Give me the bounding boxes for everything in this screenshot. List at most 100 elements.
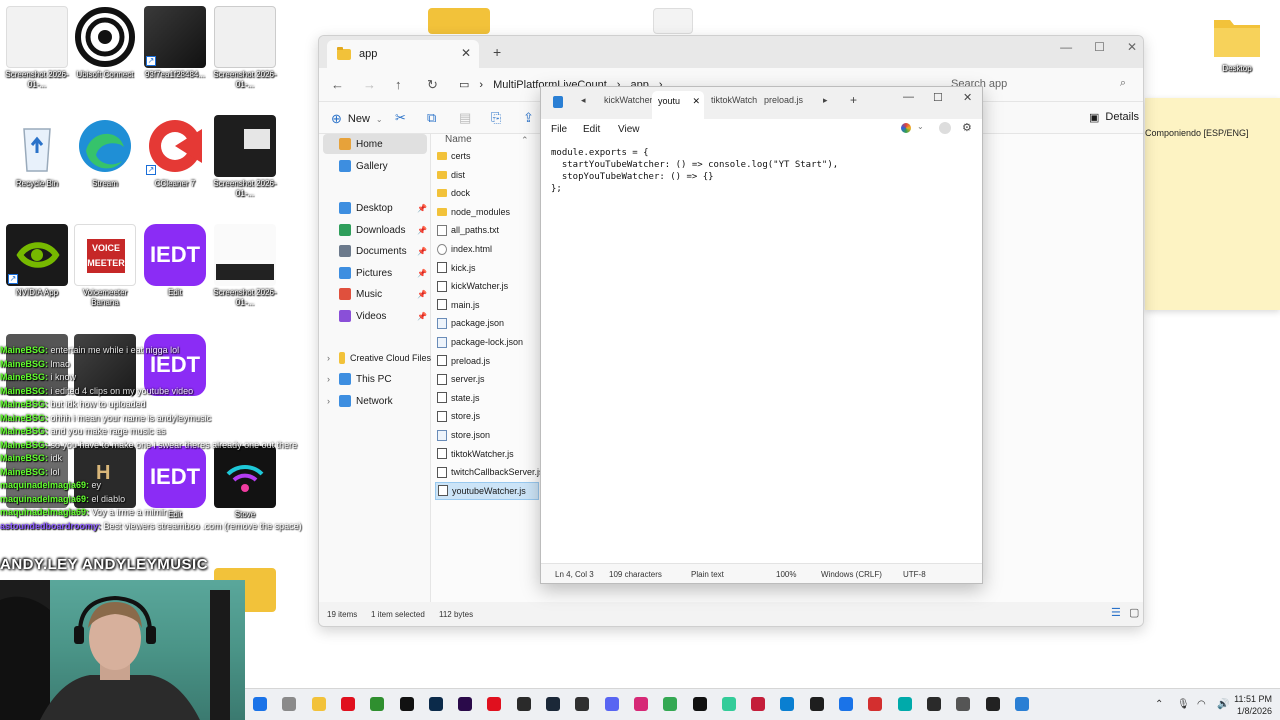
photos-icon[interactable]: [282, 697, 297, 711]
notepad-window[interactable]: ◂ kickWatcher youtu ✕ tiktokWatch preload…: [540, 86, 983, 584]
file-row[interactable]: package.json: [435, 314, 539, 332]
epic-games-icon[interactable]: [516, 697, 531, 711]
desktop-icon-edit-1[interactable]: IEDT Edit: [138, 224, 212, 298]
premiere-icon[interactable]: [458, 697, 473, 711]
file-row[interactable]: store.json: [435, 426, 539, 444]
column-header-name[interactable]: Name: [445, 134, 472, 145]
desktop-icon-desktop-folder[interactable]: Desktop: [1200, 12, 1274, 74]
chrome-icon[interactable]: [663, 697, 678, 711]
microphone-icon[interactable]: 🎙: [1177, 699, 1190, 710]
close-icon[interactable]: ✕: [1127, 40, 1137, 54]
file-row[interactable]: preload.js: [435, 352, 539, 370]
steam-icon[interactable]: [546, 697, 560, 711]
file-row[interactable]: dock: [435, 184, 539, 202]
tab-scroll-right-icon[interactable]: ▸: [823, 95, 828, 106]
desktop-icon-image[interactable]: ↗ 93f7ea1f28484...: [138, 6, 212, 80]
clock[interactable]: 11:51 PM 1/8/2026: [1234, 693, 1272, 717]
snip-icon[interactable]: [956, 697, 971, 711]
windows-start-icon[interactable]: [253, 697, 267, 711]
desktop-icon-screenshot-4[interactable]: Screenshot 2026-01-...: [208, 224, 282, 308]
file-row[interactable]: package-lock.json: [435, 333, 539, 351]
gear-icon[interactable]: ⚙: [962, 121, 972, 134]
notepad-tab[interactable]: kickWatcher: [604, 95, 653, 105]
file-row[interactable]: server.js: [435, 370, 539, 388]
explorer-tab[interactable]: app ✕: [327, 40, 479, 68]
menu-file[interactable]: File: [551, 124, 567, 135]
file-row[interactable]: dist: [435, 166, 539, 184]
notepad-editor[interactable]: module.exports = { startYouTubeWatcher: …: [551, 147, 838, 195]
back-icon[interactable]: ←: [331, 77, 344, 92]
cut-icon[interactable]: ✂: [395, 110, 406, 126]
maximize-icon[interactable]: ☐: [933, 91, 943, 104]
ubisoft-icon[interactable]: [926, 697, 941, 711]
new-tab-icon[interactable]: +: [850, 93, 857, 107]
menu-edit[interactable]: Edit: [583, 124, 600, 135]
desktop-icon-ccleaner[interactable]: ↗ CCleaner 7: [138, 115, 212, 189]
desktop-icon-stream[interactable]: Stream: [68, 115, 142, 189]
chevron-up-icon[interactable]: ⌃: [1155, 699, 1163, 710]
encoding[interactable]: UTF-8: [903, 570, 926, 579]
file-row[interactable]: tiktokWatcher.js: [435, 445, 539, 463]
photoshop-icon[interactable]: [428, 697, 443, 711]
file-row[interactable]: store.js: [435, 407, 539, 425]
paste-icon[interactable]: ▤: [459, 110, 471, 126]
share-icon[interactable]: ⇪: [523, 110, 534, 126]
capcut-icon[interactable]: [399, 697, 414, 711]
desktop-icon-voicemeeter[interactable]: VOICE MEETER Voicemeeter Banana: [68, 224, 142, 308]
nav-desktop[interactable]: Desktop 📌: [319, 198, 431, 218]
file-row[interactable]: kickWatcher.js: [435, 277, 539, 295]
chevron-down-icon[interactable]: ⌄: [917, 122, 924, 131]
file-row[interactable]: all_paths.txt: [435, 221, 539, 239]
notepad-tab[interactable]: preload.js: [764, 95, 803, 105]
edge-icon[interactable]: [780, 697, 795, 711]
zoom-level[interactable]: 100%: [776, 570, 796, 579]
file-explorer-icon[interactable]: [311, 697, 326, 711]
close-tab-icon[interactable]: ✕: [461, 46, 471, 60]
details-button[interactable]: ▣ Details: [1089, 111, 1139, 124]
minimize-icon[interactable]: —: [1060, 40, 1072, 54]
obs-icon[interactable]: [575, 697, 590, 711]
file-row[interactable]: certs: [435, 147, 539, 165]
notepad-icon[interactable]: [1014, 697, 1029, 711]
line-endings[interactable]: Windows (CRLF): [821, 570, 882, 579]
new-tab-icon[interactable]: +: [493, 44, 501, 60]
copilot-icon[interactable]: [901, 123, 911, 133]
file-row[interactable]: node_modules: [435, 203, 539, 221]
ccleaner-icon[interactable]: [868, 697, 883, 711]
xbox-icon[interactable]: [370, 697, 385, 711]
nav-downloads[interactable]: Downloads 📌: [319, 220, 431, 240]
details-view-icon[interactable]: ☰: [1111, 606, 1121, 619]
file-row[interactable]: index.html: [435, 240, 539, 258]
nav-music[interactable]: Music 📌: [319, 284, 431, 304]
rename-icon[interactable]: ⎘: [491, 110, 501, 126]
close-tab-icon[interactable]: ✕: [692, 96, 700, 107]
streamlabs-icon[interactable]: [721, 697, 736, 711]
desktop-icon-screenshot-2[interactable]: Screenshot 2026-01-...: [208, 6, 282, 90]
desktop-icon-screenshot-3[interactable]: Screenshot 2026-01-...: [208, 115, 282, 199]
nav-home[interactable]: Home: [323, 134, 427, 154]
desktop-icon-recycle-bin[interactable]: Recycle Bin: [0, 115, 74, 189]
youtube-icon[interactable]: [487, 697, 502, 711]
tiles-view-icon[interactable]: ▢: [1129, 606, 1139, 619]
desktop-icon-ubisoft[interactable]: Ubisoft Connect: [68, 6, 142, 80]
sticky-note[interactable]: Componiendo [ESP/ENG]: [1145, 98, 1280, 310]
instagram-icon[interactable]: [633, 697, 648, 711]
refresh-icon[interactable]: ↻: [427, 77, 438, 93]
nav-videos[interactable]: Videos 📌: [319, 306, 431, 326]
cmd-icon[interactable]: [985, 697, 1000, 711]
recorder-icon[interactable]: [751, 697, 766, 711]
nav-gallery[interactable]: Gallery: [319, 156, 431, 176]
notepad-tab[interactable]: tiktokWatch: [711, 95, 757, 105]
notepad-tab-active[interactable]: youtu ✕: [652, 91, 704, 119]
file-row[interactable]: kick.js: [435, 259, 539, 277]
tiktok-icon[interactable]: [692, 697, 707, 711]
edge-dev-icon[interactable]: [897, 697, 912, 711]
forward-icon[interactable]: →: [363, 77, 376, 92]
up-icon[interactable]: ↑: [395, 77, 402, 92]
menu-view[interactable]: View: [618, 124, 640, 135]
discord-icon[interactable]: [604, 697, 619, 711]
desktop-icon-folder-top[interactable]: [422, 8, 496, 34]
minimize-icon[interactable]: —: [903, 91, 914, 103]
desktop-icon-document-top[interactable]: [636, 8, 710, 34]
file-row[interactable]: youtubeWatcher.js: [435, 481, 539, 500]
